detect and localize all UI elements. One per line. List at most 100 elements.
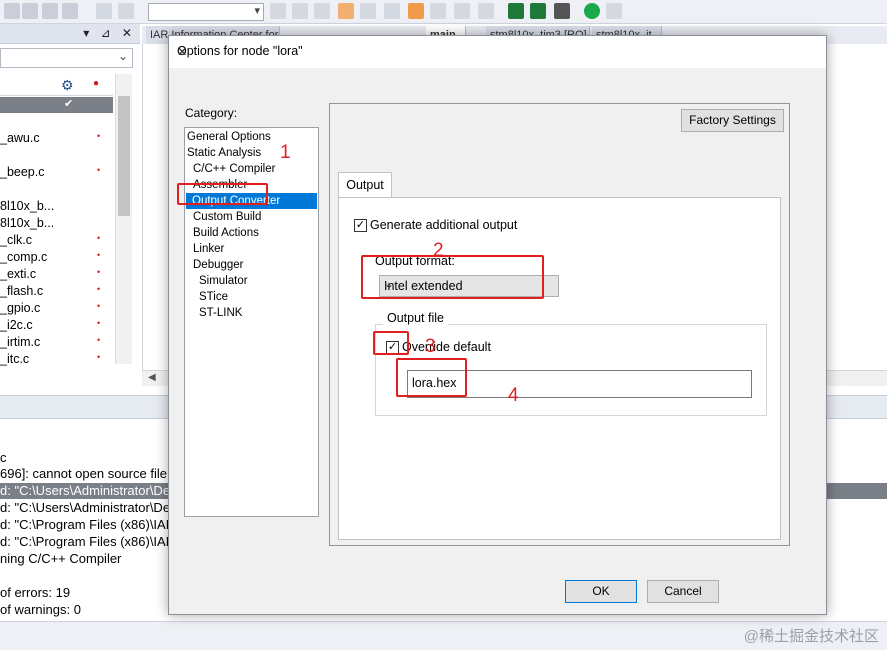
build-line: 696]: cannot open source file [0, 466, 167, 481]
build-line: d: "C:\Program Files (x86)\IAF [0, 534, 170, 549]
dot-icon: • [97, 165, 101, 175]
build-line: c [0, 450, 7, 465]
file-name: _gpio.c [0, 301, 41, 315]
override-default-label: Override default [402, 340, 491, 354]
category-stice[interactable]: STice [199, 289, 228, 305]
workspace-header: ▾ ⊿ ✕ [0, 24, 140, 44]
dot-icon: • [97, 131, 101, 141]
prev-icon[interactable] [384, 3, 400, 19]
file-row[interactable]: _irtim.c • [0, 335, 113, 349]
shield-icon[interactable] [408, 3, 424, 19]
go-icon[interactable] [606, 3, 622, 19]
compile-file-icon[interactable] [454, 3, 470, 19]
cancel-button[interactable]: Cancel [647, 580, 719, 603]
file-row[interactable]: _awu.c • [0, 131, 113, 145]
file-name: _i2c.c [0, 318, 33, 332]
file-name: _flash.c [0, 284, 44, 298]
category-build-actions[interactable]: Build Actions [193, 225, 259, 241]
file-row[interactable]: 8l10x_b... [0, 216, 113, 230]
debug-icon[interactable] [530, 3, 546, 19]
close-icon[interactable]: ✕ [177, 44, 816, 59]
annotation-number-4: 4 [508, 385, 519, 406]
annotation-number-2: 2 [433, 240, 444, 261]
category-custom-build[interactable]: Custom Build [193, 209, 261, 225]
category-c-compiler[interactable]: C/C++ Compiler [193, 161, 275, 177]
copy-icon[interactable] [4, 3, 20, 19]
workspace-config-combo[interactable] [0, 48, 133, 68]
category-static-analysis[interactable]: Static Analysis [187, 145, 261, 161]
category-general-options[interactable]: General Options [187, 129, 271, 145]
file-name: _clk.c [0, 233, 32, 247]
dot-icon: • [97, 335, 101, 345]
output-file-group-title: Output file [383, 311, 448, 325]
back-icon[interactable] [270, 3, 286, 19]
file-name: _awu.c [0, 131, 40, 145]
paste-icon[interactable] [42, 3, 58, 19]
workspace-window-buttons[interactable]: ▾ ⊿ ✕ [83, 26, 136, 40]
check-icon: ✔ [64, 98, 74, 110]
find-combo[interactable] [148, 3, 264, 21]
forward-icon[interactable] [314, 3, 330, 19]
file-name: _irtim.c [0, 335, 41, 349]
annotation-number-3: 3 [425, 336, 436, 357]
options-panel: Factory Settings Output ✓ Generate addit… [329, 103, 790, 546]
file-name: _exti.c [0, 267, 37, 281]
file-row[interactable]: _flash.c • [0, 284, 113, 298]
paste-icon-2[interactable] [62, 3, 78, 19]
annotation-box-override-default [373, 331, 409, 355]
cut-icon[interactable] [22, 3, 38, 19]
options-dialog: Options for node "lora" ✕ Category: Gene… [168, 35, 827, 615]
workspace-scrollbar[interactable] [115, 74, 132, 364]
generate-output-label: Generate additional output [370, 218, 518, 232]
file-row[interactable]: _beep.c • [0, 165, 113, 179]
file-row[interactable]: _gpio.c • [0, 301, 113, 315]
scroll-thumb[interactable] [118, 96, 130, 216]
factory-settings-button[interactable]: Factory Settings [681, 109, 784, 132]
category-simulator[interactable]: Simulator [199, 273, 248, 289]
undo-icon[interactable] [96, 3, 112, 19]
file-name: _itc.c [0, 352, 30, 366]
dot-icon: • [97, 318, 101, 328]
toggle-bookmark-icon[interactable] [338, 3, 354, 19]
dot-icon: • [97, 301, 101, 311]
file-row[interactable]: _exti.c • [0, 267, 113, 281]
build-line: d: "C:\Program Files (x86)\IAF [0, 517, 170, 532]
dot-icon: • [97, 233, 101, 243]
file-row[interactable]: _itc.c • [0, 352, 113, 366]
breakpoint-icon[interactable] [554, 3, 570, 19]
watermark: @稀土掘金技术社区 [743, 628, 879, 645]
workspace-columns: ⚙ ● [0, 74, 113, 96]
dot-icon: • [97, 250, 101, 260]
file-name: _comp.c [0, 250, 48, 264]
redo-icon[interactable] [118, 3, 134, 19]
run-icon[interactable] [584, 3, 600, 19]
dialog-titlebar: Options for node "lora" ✕ [169, 36, 826, 68]
gear-icon[interactable]: ⚙ [61, 77, 74, 94]
ok-button[interactable]: OK [565, 580, 637, 603]
tab-output[interactable]: Output [338, 172, 392, 198]
annotation-box-output-format [361, 255, 544, 299]
download-icon[interactable] [508, 3, 524, 19]
file-row[interactable]: _clk.c • [0, 233, 113, 247]
dot-icon: • [97, 284, 101, 294]
category-linker[interactable]: Linker [193, 241, 224, 257]
generate-output-checkbox[interactable]: ✓ [354, 219, 367, 232]
workspace-selected-row[interactable]: ✔ [0, 97, 113, 113]
search-icon[interactable] [292, 3, 308, 19]
file-row[interactable]: _i2c.c • [0, 318, 113, 332]
build-line: of errors: 19 [0, 585, 71, 600]
scroll-left-icon[interactable]: ◀ [148, 372, 156, 383]
build-line: of warnings: 0 [0, 602, 81, 617]
make-icon[interactable] [478, 3, 494, 19]
red-dot-icon: ● [93, 78, 100, 89]
next-icon[interactable] [430, 3, 446, 19]
build-line: ning C/C++ Compiler [0, 551, 122, 566]
workspace-tree: _awu.c • _beep.c • 8l10x_b... 8l10x_b... _… [0, 113, 113, 368]
category-st-link[interactable]: ST-LINK [199, 305, 242, 321]
category-debugger[interactable]: Debugger [193, 257, 244, 273]
list-icon[interactable] [360, 3, 376, 19]
file-row[interactable]: 8l10x_b... [0, 199, 113, 213]
file-name: _beep.c [0, 165, 45, 179]
file-row[interactable]: _comp.c • [0, 250, 113, 264]
annotation-box-output-converter [177, 183, 268, 205]
